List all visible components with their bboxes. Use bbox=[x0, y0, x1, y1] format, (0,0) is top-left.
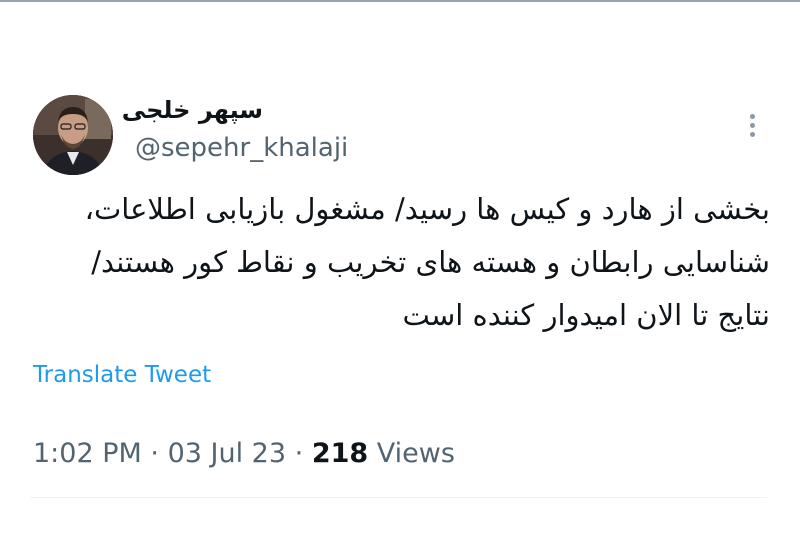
meta-separator: · bbox=[150, 438, 159, 469]
tweet-text-line: بخشی از هارد و کیس ها رسید/ مشغول بازیاب… bbox=[84, 192, 770, 226]
meta-separator: · bbox=[294, 438, 304, 469]
tweet-card: سپهر خلجی @sepehr_khalaji بخشی از هارد و… bbox=[0, 0, 800, 557]
more-options-button[interactable] bbox=[738, 110, 766, 140]
views-count: 218 bbox=[311, 438, 369, 469]
tweet-meta: 1:02 PM · 03 Jul 23 · 218 Views bbox=[33, 438, 455, 469]
tweet-time[interactable]: 1:02 PM bbox=[33, 438, 142, 469]
top-divider bbox=[0, 0, 800, 2]
tweet-date[interactable]: 03 Jul 23 bbox=[168, 438, 286, 469]
author-display-name[interactable]: سپهر خلجی bbox=[122, 96, 263, 124]
vertical-ellipsis-icon bbox=[749, 122, 755, 128]
user-avatar-photo-icon bbox=[33, 95, 113, 175]
tweet-text-line: نتایج تا الان امیدوار کننده است bbox=[402, 298, 770, 332]
vertical-ellipsis-icon bbox=[749, 131, 755, 137]
views-label: Views bbox=[376, 438, 455, 469]
tweet-text: بخشی از هارد و کیس ها رسید/ مشغول بازیاب… bbox=[30, 183, 770, 342]
bottom-divider bbox=[30, 497, 767, 498]
author-avatar[interactable] bbox=[33, 95, 113, 175]
tweet-text-line: شناسایی رابطان و هسته های تخریب و نقاط ک… bbox=[91, 245, 770, 279]
author-handle[interactable]: @sepehr_khalaji bbox=[135, 133, 348, 163]
vertical-ellipsis-icon bbox=[749, 113, 755, 119]
translate-tweet-link[interactable]: Translate Tweet bbox=[33, 362, 211, 388]
